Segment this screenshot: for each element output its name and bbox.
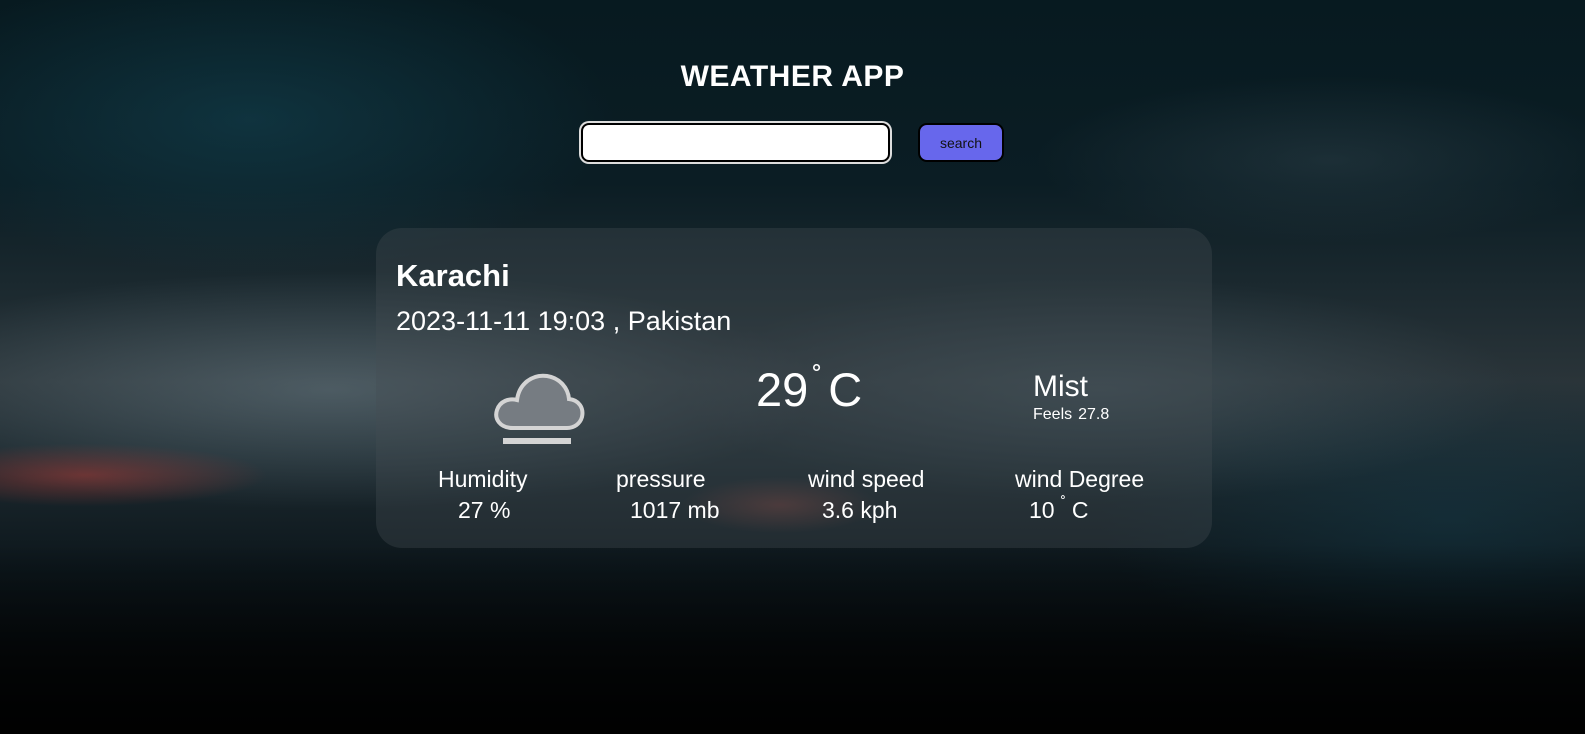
wind-speed-value: 3.6 kph bbox=[822, 497, 898, 523]
local-datetime: 2023-11-11 19:03 bbox=[396, 306, 606, 336]
background-shade bbox=[0, 544, 1585, 734]
feels-like-label: Feels bbox=[1033, 406, 1073, 423]
location-datetime: 2023-11-11 19:03 , Pakistan bbox=[396, 306, 731, 337]
wind-degree-value: 10 bbox=[1029, 497, 1055, 523]
search-input[interactable] bbox=[581, 123, 890, 162]
humidity-value: 27 % bbox=[458, 497, 511, 523]
temperature-unit: C bbox=[828, 363, 863, 416]
temperature-value: 29 bbox=[756, 363, 809, 416]
feels-like: Feels 27.8 bbox=[1033, 406, 1109, 424]
temperature-display: 29 ˚ C bbox=[756, 362, 862, 417]
weather-condition: Mist bbox=[1033, 370, 1088, 403]
weather-card: Karachi 2023-11-11 19:03 , Pakistan 29 ˚ C… bbox=[376, 228, 1212, 548]
search-bar: search bbox=[0, 123, 1585, 162]
feels-like-value: 27.8 bbox=[1078, 406, 1110, 423]
humidity-stat: Humidity 27 % bbox=[438, 466, 527, 524]
wind-degree-label: wind Degree bbox=[1015, 466, 1145, 492]
pressure-value: 1017 mb bbox=[630, 497, 720, 523]
wind-degree-symbol: ˚ bbox=[1060, 495, 1066, 512]
wind-speed-stat: wind speed 3.6 kph bbox=[808, 466, 924, 524]
location-separator: , bbox=[612, 306, 621, 336]
mist-cloud-icon bbox=[494, 373, 585, 444]
degree-symbol: ˚ bbox=[812, 362, 823, 395]
humidity-label: Humidity bbox=[438, 466, 528, 492]
wind-degree-display: 10 ˚ C bbox=[1029, 495, 1144, 524]
wind-degree-stat: wind Degree 10 ˚ C bbox=[1015, 466, 1144, 524]
app-title: WEATHER APP bbox=[680, 60, 905, 94]
city-name: Karachi bbox=[396, 258, 510, 293]
country-name: Pakistan bbox=[627, 306, 732, 336]
wind-degree-unit: C bbox=[1071, 497, 1089, 523]
search-button[interactable]: search bbox=[918, 123, 1004, 162]
pressure-label: pressure bbox=[616, 466, 706, 492]
wind-speed-label: wind speed bbox=[808, 466, 925, 492]
pressure-stat: pressure 1017 mb bbox=[616, 466, 720, 524]
